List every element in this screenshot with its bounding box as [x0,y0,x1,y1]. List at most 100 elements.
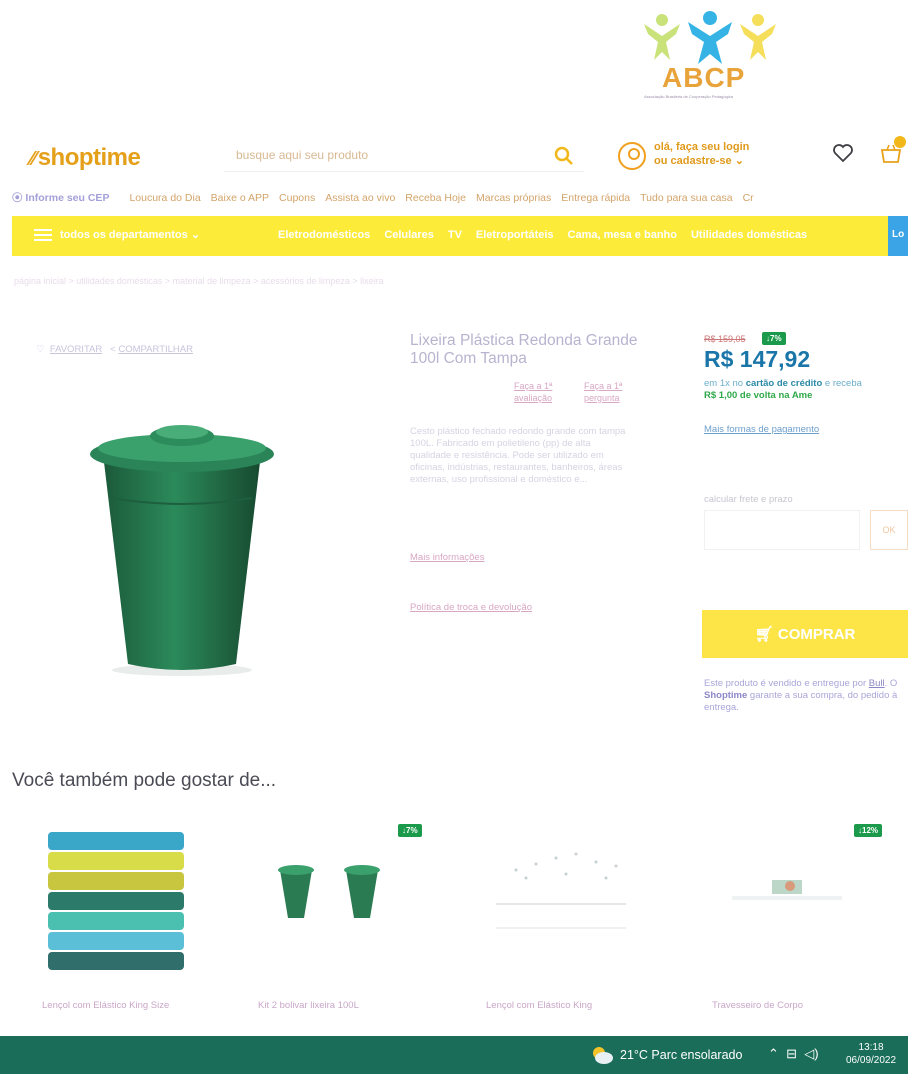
share-link[interactable]: COMPARTILHAR [118,344,193,355]
category-link[interactable]: Celulares [384,229,434,241]
old-price: R$ 159,05 [704,334,746,344]
question-link[interactable]: Faça a 1ª pergunta [584,380,644,404]
category-link[interactable]: Eletrodomésticos [278,229,370,241]
category-link[interactable]: Utilidades domésticas [691,229,807,241]
category-links: Eletrodomésticos Celulares TV Eletroportáte… [278,229,821,241]
recommendation-name[interactable]: Lençol com Elástico King Size [42,1000,169,1011]
cep-input[interactable] [704,510,860,550]
account-text: olá, faça seu login ou cadastre-se ⌄ [654,140,749,168]
sold-by-text: . O [884,678,898,689]
chevron-down-icon: ⌄ [190,229,201,241]
installments-prefix: em 1x no [704,378,744,389]
menu-icon [34,229,52,242]
cashback: R$ 1,00 de volta na Ame [704,390,813,401]
nav-link[interactable]: Entrega rápida [561,192,630,204]
installments-suffix: e receba [824,378,862,389]
account-login[interactable]: olá, faça seu login ou cadastre-se ⌄ [618,138,788,174]
product-image[interactable] [82,418,282,678]
store-tab[interactable]: Lo [888,216,908,256]
shoptime-logo-icon: ⁄⁄ [30,148,36,170]
more-info-link[interactable]: Mais informações [410,552,484,563]
more-payment-link[interactable]: Mais formas de pagamento [704,424,819,435]
shoptime-logo[interactable]: ⁄⁄shoptime [30,144,141,172]
sold-by-text: Este produto é vendido e entregue por [704,678,867,689]
nav-link[interactable]: Assista ao vivo [325,192,395,204]
system-tray: ⌃ ⊟ ◁) [768,1046,819,1062]
cart-count-badge [894,136,906,148]
recommendation-name[interactable]: Kit 2 bolivar lixeira 100L [258,1000,359,1011]
freight-label: calcular frete e prazo [704,494,793,505]
cep-link[interactable]: ⦿ Informe seu CEP [12,192,119,204]
abcp-logo: ABCP Associação Brasileira de Cooperação… [640,8,780,100]
clock-date: 06/09/2022 [846,1055,897,1066]
search-bar [224,140,584,172]
heart-icon[interactable] [832,142,854,164]
recommendation-card[interactable]: ↓12% Travesseiro de Corpo [692,818,883,1018]
recommendations-title: Você também pode gostar de... [12,770,277,791]
category-link[interactable]: TV [448,229,462,241]
product-actions: ♡ FAVORITAR < COMPARTILHAR [36,344,193,355]
os-taskbar: 21°C Parc ensolarado ⌃ ⊟ ◁) 13:18 06/09/… [0,1036,908,1074]
buy-button[interactable]: 🛒︎ COMPRAR [702,610,908,658]
cart-icon: 🛒︎ [754,626,774,643]
nav-link[interactable]: Tudo para sua casa [640,192,732,204]
bedsheets-image [48,832,184,970]
clock-time: 13:18 [858,1042,884,1053]
clock[interactable]: 13:18 06/09/2022 [846,1041,896,1067]
recommendation-card[interactable]: Lençol com Elástico King [466,818,656,1018]
chevron-up-icon[interactable]: ⌃ [768,1046,779,1061]
abcp-logo-subtext: Associação Brasileira de Cooperação Peda… [644,94,733,99]
chevron-down-icon: ⌄ [734,155,744,167]
all-departments-label: todos os departamentos [60,229,188,241]
breadcrumb[interactable]: página inicial > utilidades domésticas >… [14,276,384,286]
shoptime-logo-text: shoptime [37,144,141,171]
bedsheet-image [496,852,626,929]
network-icon[interactable]: ⊟ [786,1046,797,1061]
cep-label: Informe seu CEP [25,192,110,204]
recommendation-name[interactable]: Travesseiro de Corpo [712,1000,803,1011]
weather-icon[interactable] [590,1044,614,1066]
installments-card: cartão de crédito [745,378,823,389]
all-departments-menu[interactable]: todos os departamentos ⌄ [34,228,201,242]
category-bar: todos os departamentos ⌄ Eletrodoméstico… [12,216,908,256]
rate-link[interactable]: Faça a 1ª avaliação [514,380,574,404]
nav-link[interactable]: Cr [743,192,754,204]
share-icon[interactable]: < [110,344,116,355]
pillow-image [732,880,842,900]
heart-outline-icon[interactable]: ♡ [36,344,45,355]
brand-name: Shoptime [704,690,748,701]
favorite-link[interactable]: FAVORITAR [50,344,102,355]
category-link[interactable]: Eletroportáteis [476,229,554,241]
search-icon[interactable] [554,146,574,166]
nav-link[interactable]: Baixe o APP [211,192,269,204]
bins-image [278,865,380,918]
shoptime-page: ⁄⁄shoptime olá, faça seu login ou cadast… [12,118,908,1036]
ok-button[interactable]: OK [870,510,908,550]
sold-by-info: Este produto é vendido e entregue por Bu… [704,678,908,714]
nav-link[interactable]: Receba Hoje [405,192,466,204]
site-header: ⁄⁄shoptime olá, faça seu login ou cadast… [12,118,908,190]
recommendation-card[interactable]: Lençol com Elástico King Size [22,818,212,1018]
abcp-logo-text: ABCP [662,62,746,93]
discount-badge: ↓7% [762,332,786,345]
nav-link[interactable]: Marcas próprias [476,192,551,204]
return-policy-link[interactable]: Política de troca e devolução [410,602,532,613]
price: R$ 147,92 [704,346,811,372]
nav-link[interactable]: Cupons [279,192,315,204]
nav-link[interactable]: Loucura do Dia [129,192,200,204]
seller-link[interactable]: Bull [869,678,885,689]
category-link[interactable]: Cama, mesa e banho [568,229,677,241]
account-line-2: ou cadastre-se [654,155,732,167]
recommendation-name[interactable]: Lençol com Elástico King [486,1000,592,1011]
account-line-1: olá, faça seu login [654,141,750,153]
recommendation-card[interactable]: ↓7% Kit 2 bolivar lixeira 100L [238,818,428,1018]
buy-label: COMPRAR [777,626,856,643]
product-description: Cesto plástico fechado redondo grande co… [410,426,626,485]
installments-info: em 1x no cartão de crédito e receba R$ 1… [704,378,908,402]
weather-text[interactable]: 21°C Parc ensolarado [620,1048,742,1062]
volume-icon[interactable]: ◁) [804,1046,818,1061]
user-icon [618,142,646,170]
search-input[interactable] [224,140,524,170]
top-nav: ⦿ Informe seu CEP Loucura do Dia Baixe o A… [12,190,908,212]
product-title: Lixeira Plástica Redonda Grande 100l Com… [410,332,638,367]
